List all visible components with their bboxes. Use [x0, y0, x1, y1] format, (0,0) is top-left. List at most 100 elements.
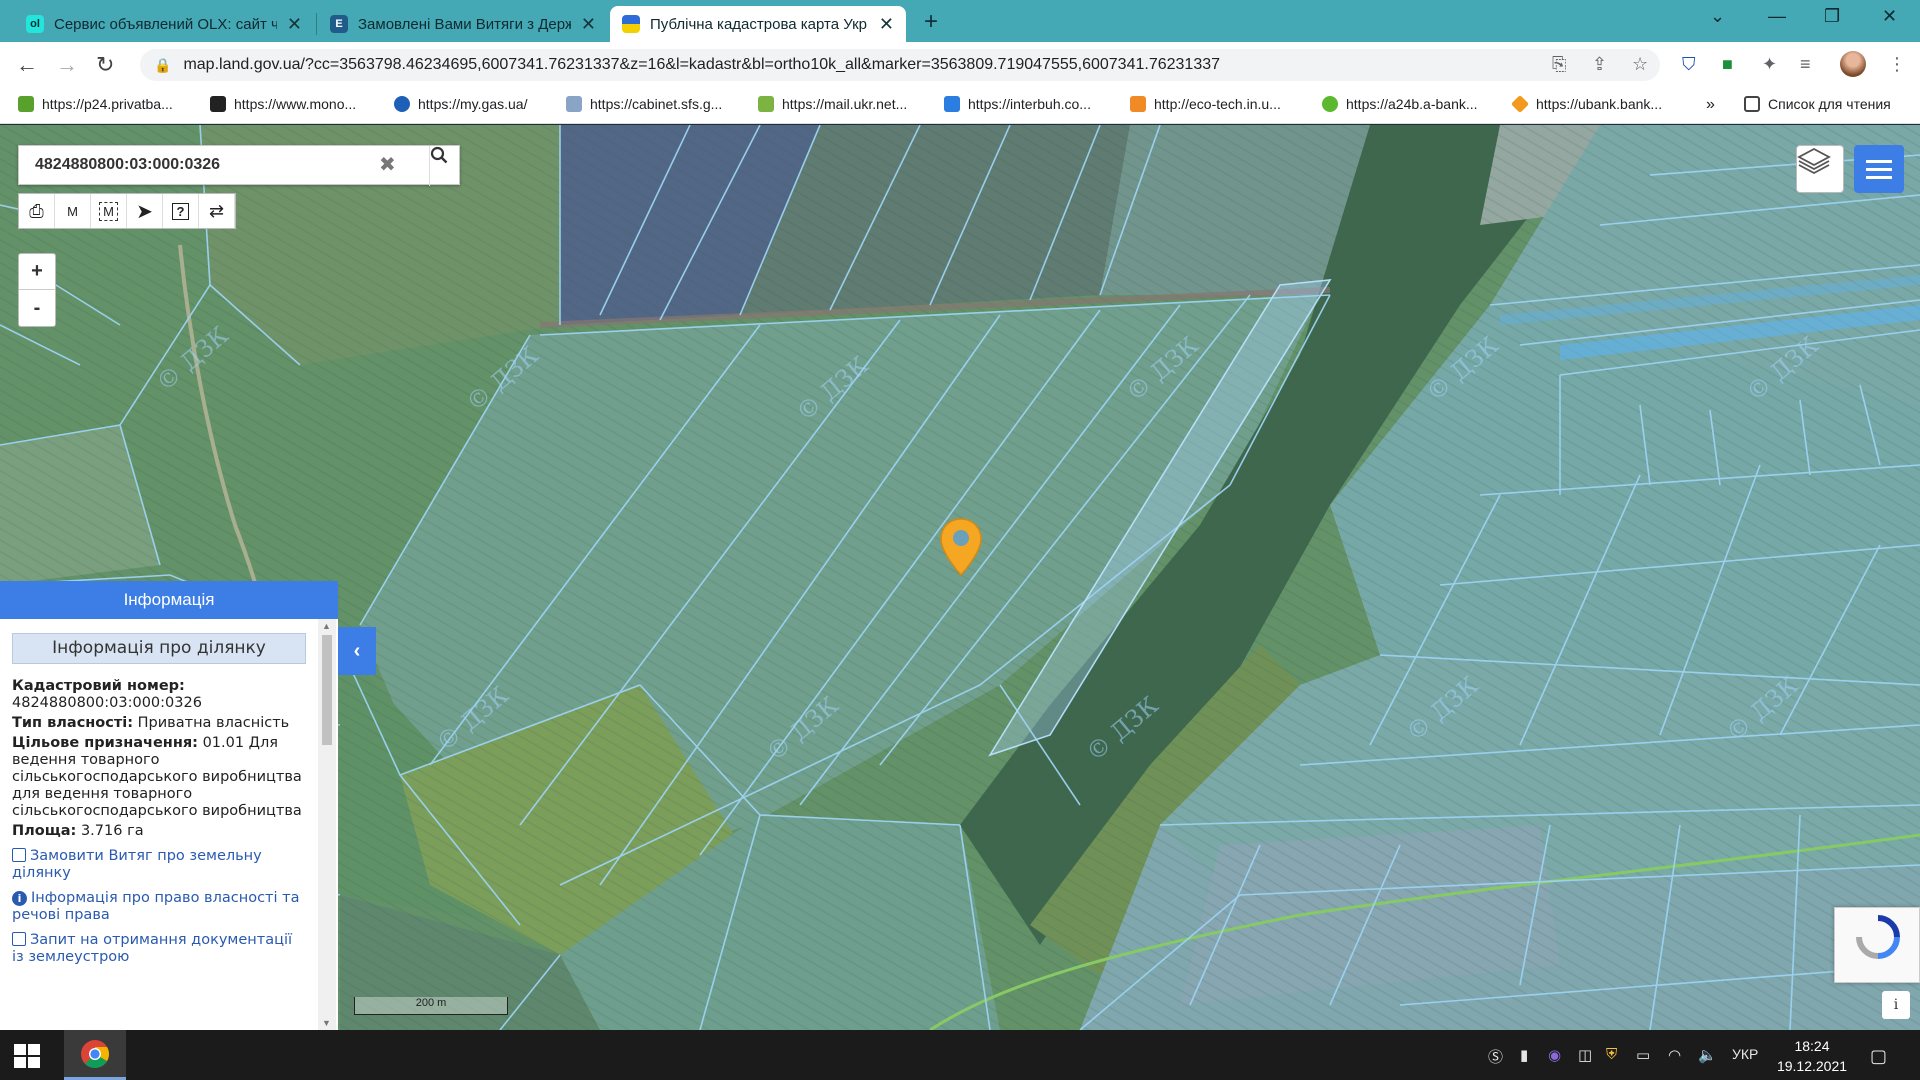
reload-icon[interactable]: ↻: [96, 52, 114, 78]
ubank-icon: [1510, 94, 1530, 114]
location-marker-icon[interactable]: [938, 517, 984, 577]
menu-button[interactable]: [1854, 145, 1904, 193]
bookmark-item[interactable]: http://eco-tech.in.u...: [1130, 96, 1281, 112]
bookmark-label: https://interbuh.co...: [968, 96, 1091, 112]
bookmark-label: https://mail.ukr.net...: [782, 96, 908, 112]
identify-button[interactable]: ?: [163, 194, 199, 228]
scroll-up-icon[interactable]: ▲: [322, 621, 331, 631]
bookmark-item[interactable]: https://www.mono...: [210, 96, 356, 112]
windows-taskbar: Ⓢ ▮ ◉ ◫ ⛨ ▭ ◠ 🔈 УКР 18:24 19.12.2021 ▢: [0, 1030, 1920, 1080]
bookmark-item[interactable]: https://p24.privatba...: [18, 96, 173, 112]
printer-icon: ⎙: [29, 200, 44, 221]
maximize-icon[interactable]: ❐: [1824, 6, 1840, 27]
skype-icon[interactable]: Ⓢ: [1488, 1046, 1503, 1067]
bookmark-item[interactable]: https://cabinet.sfs.g...: [566, 96, 722, 112]
measure-distance-button[interactable]: M: [55, 194, 91, 228]
bookmark-item[interactable]: https://mail.ukr.net...: [758, 96, 907, 112]
clock-time: 18:24: [1794, 1038, 1830, 1054]
map-canvas[interactable]: © ДЗК © ДЗК © ДЗК © ДЗК © ДЗК © ДЗК © ДЗ…: [0, 125, 1920, 1030]
ownership-info-link[interactable]: i Інформація про право власності та речов…: [12, 890, 306, 924]
clock-date: 19.12.2021: [1776, 1058, 1848, 1074]
bookmark-item[interactable]: https://ubank.bank...: [1510, 94, 1662, 114]
security-shield-icon[interactable]: ⛨: [1606, 1046, 1617, 1063]
meet-icon[interactable]: ◫: [1578, 1046, 1592, 1064]
zoom-out-button[interactable]: -: [19, 290, 55, 326]
recaptcha-badge[interactable]: [1834, 907, 1920, 983]
tab-title: Сервис объявлений OLX: сайт ч: [54, 15, 277, 33]
cadastral-search: ✖: [18, 145, 461, 186]
close-window-icon[interactable]: ✕: [1882, 6, 1897, 27]
viber-icon[interactable]: ◉: [1548, 1046, 1561, 1064]
tab-search-icon[interactable]: ⌄: [1710, 6, 1725, 27]
attribution-button[interactable]: i: [1882, 991, 1910, 1019]
reading-list-label: Список для чтения: [1768, 96, 1891, 112]
bookmark-label: https://my.gas.ua/: [418, 96, 528, 112]
tab-title: Замовлені Вами Витяги з Держа: [358, 15, 571, 33]
collapse-panel-button[interactable]: ‹: [338, 627, 376, 675]
measure-area-icon: M: [99, 201, 118, 221]
bookmark-label: https://www.mono...: [234, 96, 357, 112]
land-docs-request-link[interactable]: Запит на отримання документації із земле…: [12, 932, 306, 966]
measure-area-button[interactable]: M: [91, 194, 127, 228]
route-button[interactable]: ⇄: [199, 194, 235, 228]
wifi-icon[interactable]: ◠: [1668, 1046, 1681, 1064]
print-button[interactable]: ⎙: [19, 194, 55, 228]
windows-start-icon[interactable]: [14, 1044, 40, 1068]
bookmark-item[interactable]: https://a24b.a-bank...: [1322, 96, 1478, 112]
volume-icon[interactable]: 🔈: [1698, 1046, 1717, 1064]
chrome-taskbar-button[interactable]: [64, 1030, 126, 1080]
cursor-icon: ➤: [136, 200, 153, 223]
avatar[interactable]: [1840, 51, 1866, 77]
gas-icon: [394, 96, 410, 112]
area-row: Площа: 3.716 га: [12, 823, 306, 840]
battery-icon[interactable]: ▭: [1636, 1046, 1650, 1064]
document-icon: [12, 932, 26, 946]
reading-list-button[interactable]: Список для чтения: [1744, 96, 1891, 112]
bookmark-item[interactable]: https://interbuh.co...: [944, 96, 1091, 112]
search-button[interactable]: [429, 146, 461, 186]
tab-cadastral-map[interactable]: Публічна кадастрова карта Укр ✕: [610, 6, 906, 42]
language-indicator[interactable]: УКР: [1732, 1046, 1758, 1062]
order-extract-link[interactable]: Замовити Витяг про земельну ділянку: [12, 848, 306, 882]
zoom-in-button[interactable]: +: [19, 254, 55, 290]
interbuh-icon: [944, 96, 960, 112]
bookmark-star-icon[interactable]: ☆: [1632, 54, 1648, 75]
minimize-icon[interactable]: —: [1768, 6, 1786, 27]
back-icon[interactable]: ←: [16, 52, 38, 78]
tab-title: Публічна кадастрова карта Укр: [650, 15, 867, 33]
puzzle-icon[interactable]: ✦: [1762, 54, 1777, 75]
url-field[interactable]: 🔒 map.land.gov.ua/?cc=3563798.46234695,6…: [140, 49, 1660, 81]
media-icon[interactable]: ≡: [1800, 54, 1811, 75]
scroll-thumb[interactable]: [322, 635, 332, 745]
extension-green-icon[interactable]: ■: [1722, 54, 1733, 75]
close-tab-icon[interactable]: ✕: [287, 14, 302, 35]
close-tab-icon[interactable]: ✕: [581, 14, 596, 35]
purpose-row: Цільове призначення: 01.01 Для ведення т…: [12, 735, 306, 820]
translate-icon[interactable]: ⎘: [1552, 54, 1566, 75]
kebab-menu-icon[interactable]: ⋮: [1888, 54, 1906, 75]
chevron-left-icon: ‹: [353, 639, 361, 662]
search-input[interactable]: [19, 156, 379, 174]
document-icon: [12, 848, 26, 862]
notification-icon[interactable]: ▢: [1870, 1046, 1887, 1067]
more-bookmarks-button[interactable]: »: [1706, 96, 1715, 114]
document-icon: [566, 96, 582, 112]
info-panel-body: Інформація про ділянку Кадастровий номер…: [0, 619, 318, 1030]
clear-search-icon[interactable]: ✖: [379, 152, 396, 177]
system-clock[interactable]: 18:24 19.12.2021: [1776, 1036, 1848, 1076]
tab-extracts[interactable]: E Замовлені Вами Витяги з Держа ✕: [318, 6, 608, 42]
layers-button[interactable]: [1796, 145, 1844, 193]
scroll-down-icon[interactable]: ▼: [322, 1018, 331, 1028]
share-icon[interactable]: ⇪: [1592, 54, 1607, 75]
e-icon: E: [330, 15, 348, 33]
hamburger-icon: [1866, 159, 1892, 163]
bookmark-item[interactable]: https://my.gas.ua/: [394, 96, 527, 112]
notes-icon[interactable]: ▮: [1520, 1046, 1528, 1064]
shield-extension-icon[interactable]: ⛉: [1682, 54, 1696, 75]
forward-icon[interactable]: →: [56, 52, 78, 78]
new-tab-icon[interactable]: +: [924, 8, 938, 36]
select-button[interactable]: ➤: [127, 194, 163, 228]
close-tab-icon[interactable]: ✕: [879, 14, 894, 35]
info-scrollbar[interactable]: ▲ ▼: [318, 619, 336, 1030]
tab-olx[interactable]: ol Сервис объявлений OLX: сайт ч ✕: [14, 6, 314, 42]
